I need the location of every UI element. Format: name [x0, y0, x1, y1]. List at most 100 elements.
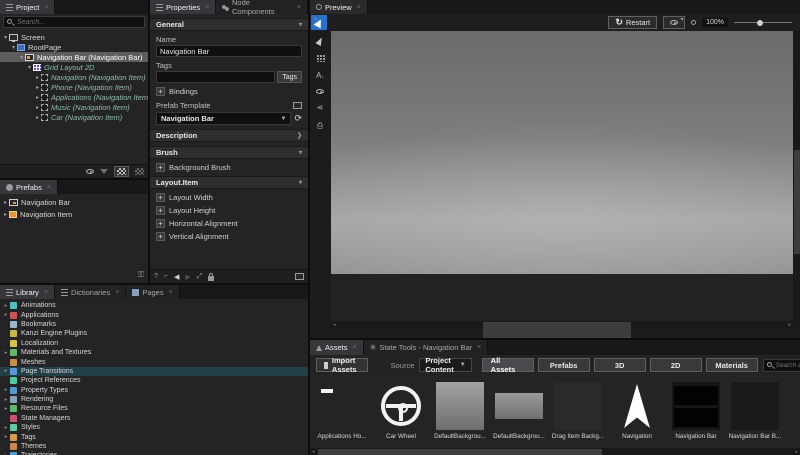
tab-node-components[interactable]: Node Components ×: [216, 0, 308, 14]
section-brush[interactable]: Brush ▾: [150, 146, 308, 159]
scroll-left-icon[interactable]: ◂: [333, 322, 336, 328]
lock-icon[interactable]: [208, 276, 214, 281]
scroll-right-icon[interactable]: ▸: [795, 449, 798, 455]
close-icon[interactable]: ×: [115, 289, 119, 296]
assets-horizontal-scrollbar[interactable]: ◂ ▸: [310, 448, 800, 455]
project-search-input[interactable]: [17, 19, 144, 26]
tab-assets[interactable]: Assets ×: [310, 340, 364, 355]
zoom-slider-knob[interactable]: [757, 20, 763, 26]
asset-card[interactable]: Navigation Bar B...: [731, 382, 779, 447]
library-item[interactable]: Localization: [0, 339, 308, 348]
collapsed-arrow-icon[interactable]: ▸: [2, 368, 10, 374]
tree-node[interactable]: ▸Car (Navigation Item): [0, 112, 148, 122]
expanded-arrow-icon[interactable]: ▾: [2, 34, 9, 41]
section-description[interactable]: Description ❯: [150, 129, 308, 142]
library-item[interactable]: Meshes: [0, 357, 308, 366]
scroll-right-icon[interactable]: ▸: [788, 322, 791, 328]
collapsed-arrow-icon[interactable]: ▸: [2, 397, 10, 403]
select-tool-icon[interactable]: [315, 36, 324, 46]
collapsed-arrow-icon[interactable]: ▸: [2, 199, 9, 206]
import-assets-button[interactable]: Import Assets: [316, 358, 368, 372]
source-dropdown[interactable]: Project Content ▼: [419, 358, 471, 372]
divider[interactable]: [148, 0, 150, 283]
visibility-dropdown-button[interactable]: [663, 16, 685, 29]
section-layout-item[interactable]: Layout.Item ▾: [150, 176, 308, 189]
zoom-slider[interactable]: [734, 22, 792, 23]
restart-button[interactable]: ↻ Restart: [608, 16, 657, 29]
expanded-arrow-icon[interactable]: ▾: [18, 54, 25, 61]
collapsed-arrow-icon[interactable]: ▸: [2, 350, 10, 356]
help-icon[interactable]: ?: [154, 273, 158, 280]
name-field[interactable]: [156, 45, 302, 57]
collapsed-arrow-icon[interactable]: ▸: [2, 303, 10, 309]
prefab-item[interactable]: ▸Navigation Bar: [0, 196, 148, 208]
filter-2d-button[interactable]: 2D: [650, 358, 702, 372]
add-background-brush-button[interactable]: +: [156, 163, 165, 172]
close-icon[interactable]: ×: [169, 289, 173, 296]
add-property-button[interactable]: +: [156, 193, 165, 202]
library-item[interactable]: ▸Trajectories: [0, 451, 308, 455]
close-icon[interactable]: ×: [357, 4, 361, 11]
camera-tool-icon[interactable]: ⎙: [317, 121, 323, 131]
library-item[interactable]: ▸Rendering: [0, 395, 308, 404]
tab-dictionaries[interactable]: Dictionaries ×: [55, 285, 126, 299]
tab-state-tools[interactable]: ✳ State Tools - Navigation Bar ×: [364, 340, 489, 355]
preview-vertical-scrollbar[interactable]: [793, 31, 800, 328]
asset-card[interactable]: DefaultBackgrou...: [436, 382, 484, 447]
tags-button[interactable]: Tags: [277, 71, 302, 83]
asset-card[interactable]: Navigation: [613, 382, 661, 447]
grid-view2-icon[interactable]: [135, 168, 144, 175]
prefab-template-dropdown[interactable]: Navigation Bar ▼: [156, 112, 291, 125]
asset-card[interactable]: Car Wheel: [377, 382, 425, 447]
close-icon[interactable]: ×: [353, 344, 357, 351]
grid-tool-icon[interactable]: [316, 54, 325, 62]
collapsed-arrow-icon[interactable]: ▸: [2, 425, 10, 431]
tree-node[interactable]: ▸Applications (Navigation Item): [0, 92, 148, 102]
tree-node[interactable]: ▾RootPage: [0, 42, 148, 52]
collapsed-arrow-icon[interactable]: ▸: [2, 387, 10, 393]
close-icon[interactable]: ×: [47, 184, 51, 191]
divider[interactable]: [310, 338, 800, 340]
tree-node[interactable]: ▾Screen: [0, 32, 148, 42]
collapsed-arrow-icon[interactable]: ▸: [34, 94, 41, 101]
asset-card[interactable]: DefaultBackgrou...: [495, 382, 543, 447]
library-item[interactable]: Project References: [0, 376, 308, 385]
filter-prefabs-button[interactable]: Prefabs: [538, 358, 590, 372]
collapsed-arrow-icon[interactable]: ▸: [2, 312, 10, 318]
collapsed-arrow-icon[interactable]: ▸: [2, 406, 10, 412]
library-item[interactable]: Kanzi Engine Plugins: [0, 329, 308, 338]
grid-view-button[interactable]: [114, 166, 129, 177]
tree-node[interactable]: ▸Music (Navigation Item): [0, 102, 148, 112]
asset-card[interactable]: Drag Item Backg...: [554, 382, 602, 447]
zoom-value[interactable]: 100%: [702, 18, 728, 27]
asset-card[interactable]: Applications Ho...: [318, 382, 366, 447]
tab-properties[interactable]: Properties ×: [150, 0, 216, 14]
open-prefab-icon[interactable]: [293, 102, 302, 109]
library-item[interactable]: ▸Applications: [0, 310, 308, 319]
library-item[interactable]: State Managers: [0, 414, 308, 423]
collapsed-arrow-icon[interactable]: ▸: [34, 74, 41, 81]
add-property-button[interactable]: +: [156, 232, 165, 241]
filter-3d-button[interactable]: 3D: [594, 358, 646, 372]
library-item[interactable]: ▸Resource Files: [0, 404, 308, 413]
library-item[interactable]: Bookmarks: [0, 320, 308, 329]
close-icon[interactable]: ×: [477, 344, 481, 351]
text-tool-icon[interactable]: A↓: [316, 71, 324, 80]
tree-node[interactable]: ▸Navigation (Navigation Item): [0, 72, 148, 82]
assets-search-input[interactable]: [776, 362, 800, 369]
tree-node[interactable]: ▾Navigation Bar (Navigation Bar): [0, 52, 148, 62]
tab-pages[interactable]: Pages ×: [126, 285, 179, 299]
expanded-arrow-icon[interactable]: ▾: [10, 44, 17, 51]
forward-icon[interactable]: ▶: [185, 273, 190, 281]
filter-materials-button[interactable]: Materials: [706, 358, 758, 372]
divider[interactable]: [308, 0, 310, 455]
expanded-arrow-icon[interactable]: ▾: [26, 64, 33, 71]
divider[interactable]: [0, 178, 148, 180]
share-tool-icon[interactable]: ⋖: [317, 103, 324, 112]
display-icon[interactable]: [295, 273, 304, 280]
divider[interactable]: [0, 283, 308, 285]
preview-canvas[interactable]: [331, 31, 793, 274]
preview-horizontal-scrollbar[interactable]: ◂ ▸: [331, 321, 793, 328]
collapsed-arrow-icon[interactable]: ▸: [2, 211, 9, 218]
add-property-button[interactable]: +: [156, 219, 165, 228]
